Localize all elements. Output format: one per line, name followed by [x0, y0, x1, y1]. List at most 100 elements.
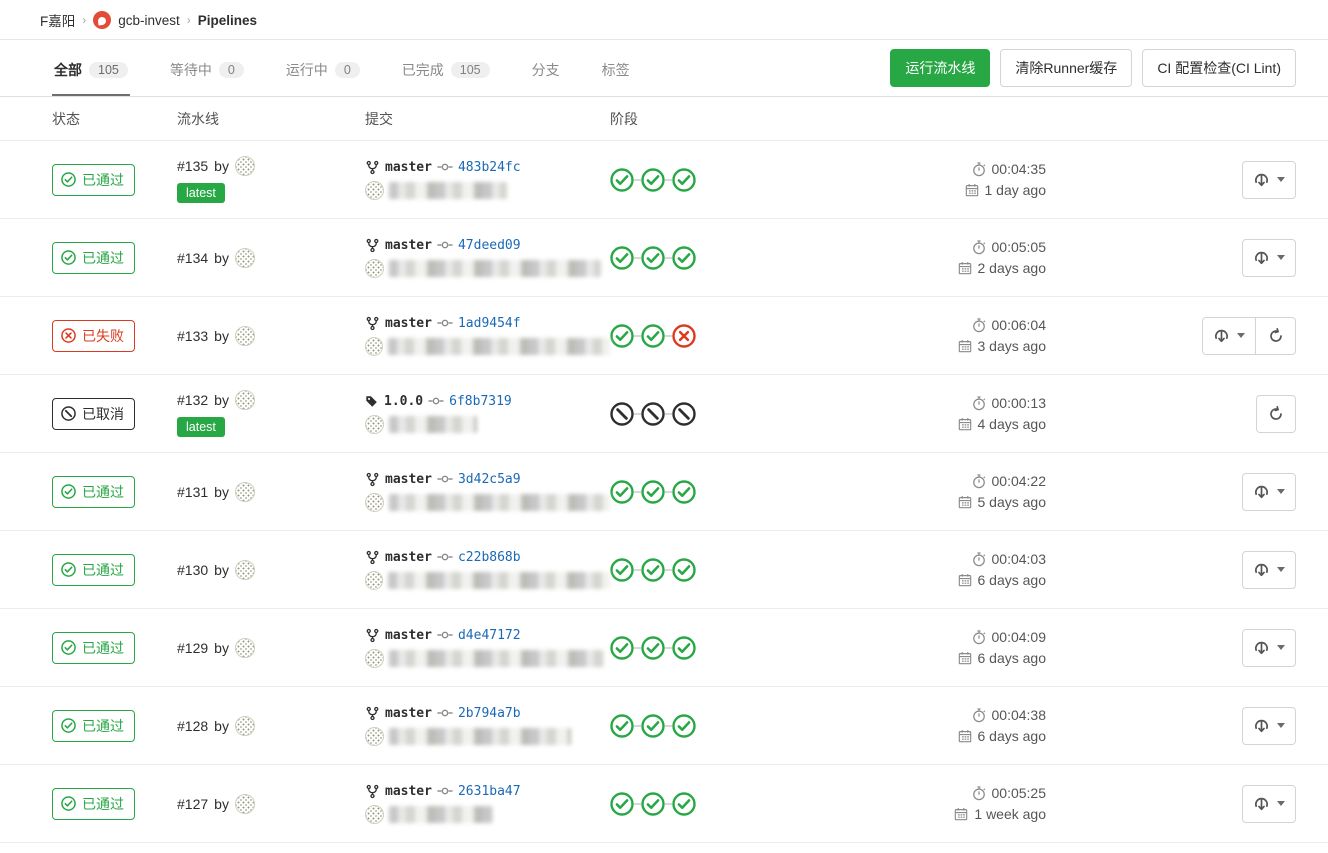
- retry-pipeline-button[interactable]: [1256, 317, 1296, 355]
- user-avatar[interactable]: [235, 390, 255, 410]
- tab-pending[interactable]: 等待中 0: [168, 40, 246, 96]
- download-artifacts-button[interactable]: [1242, 785, 1296, 823]
- stage-passed-icon[interactable]: [672, 246, 696, 270]
- stage-passed-icon[interactable]: [672, 168, 696, 192]
- tab-label: 标签: [602, 60, 630, 80]
- stage-passed-icon[interactable]: [610, 324, 634, 348]
- commit-author-avatar[interactable]: [365, 415, 384, 434]
- commit-sha-link[interactable]: 2631ba47: [458, 784, 521, 799]
- stage-passed-icon[interactable]: [610, 480, 634, 504]
- commit-author-avatar[interactable]: [365, 493, 384, 512]
- pipeline-status-badge[interactable]: 已失败: [52, 320, 135, 352]
- commit-author-avatar[interactable]: [365, 259, 384, 278]
- ref-name-link[interactable]: master: [385, 628, 432, 643]
- pipeline-status-badge[interactable]: 已通过: [52, 788, 135, 820]
- user-avatar[interactable]: [235, 326, 255, 346]
- tab-running[interactable]: 运行中 0: [284, 40, 362, 96]
- stage-passed-icon[interactable]: [610, 636, 634, 660]
- tab-tags[interactable]: 标签: [600, 40, 632, 96]
- ci-lint-button[interactable]: CI 配置检查(CI Lint): [1142, 49, 1296, 87]
- download-artifacts-button[interactable]: [1242, 473, 1296, 511]
- stage-passed-icon[interactable]: [641, 168, 665, 192]
- user-avatar[interactable]: [235, 156, 255, 176]
- commit-sha-link[interactable]: 2b794a7b: [458, 706, 521, 721]
- download-artifacts-button[interactable]: [1242, 239, 1296, 277]
- commit-sha-link[interactable]: 47deed09: [458, 238, 521, 253]
- commit-sha-link[interactable]: 1ad9454f: [458, 316, 521, 331]
- ref-name-link[interactable]: master: [385, 706, 432, 721]
- ref-name-link[interactable]: master: [385, 316, 432, 331]
- stage-passed-icon[interactable]: [672, 480, 696, 504]
- user-avatar[interactable]: [235, 716, 255, 736]
- commit-author-avatar[interactable]: [365, 805, 384, 824]
- ref-name-link[interactable]: master: [385, 160, 432, 175]
- retry-pipeline-button[interactable]: [1256, 395, 1296, 433]
- tab-branches[interactable]: 分支: [530, 40, 562, 96]
- pipeline-status-badge[interactable]: 已通过: [52, 242, 135, 274]
- user-avatar[interactable]: [235, 638, 255, 658]
- stage-passed-icon[interactable]: [610, 246, 634, 270]
- download-artifacts-button[interactable]: [1202, 317, 1256, 355]
- pipeline-cell: #129 by: [177, 638, 365, 658]
- pipeline-status-badge[interactable]: 已通过: [52, 164, 135, 196]
- download-artifacts-button[interactable]: [1242, 707, 1296, 745]
- stage-passed-icon[interactable]: [672, 792, 696, 816]
- user-avatar[interactable]: [235, 794, 255, 814]
- stage-canceled-icon[interactable]: [610, 402, 634, 426]
- user-avatar[interactable]: [235, 560, 255, 580]
- stage-passed-icon[interactable]: [641, 246, 665, 270]
- pipeline-status-badge[interactable]: 已通过: [52, 554, 135, 586]
- pipeline-by-label: by: [214, 796, 229, 812]
- pipeline-status-badge[interactable]: 已取消: [52, 398, 135, 430]
- pipeline-status-badge[interactable]: 已通过: [52, 632, 135, 664]
- stage-passed-icon[interactable]: [672, 558, 696, 582]
- stage-passed-icon[interactable]: [641, 714, 665, 738]
- pipeline-status-badge[interactable]: 已通过: [52, 710, 135, 742]
- tab-finished[interactable]: 已完成 105: [400, 40, 492, 96]
- stage-passed-icon[interactable]: [610, 792, 634, 816]
- stage-failed-icon[interactable]: [672, 324, 696, 348]
- commit-sha-link[interactable]: 483b24fc: [458, 160, 521, 175]
- stage-passed-icon[interactable]: [672, 636, 696, 660]
- commit-sha-link[interactable]: 6f8b7319: [449, 394, 512, 409]
- breadcrumb-project[interactable]: gcb-invest: [118, 13, 180, 28]
- stage-passed-icon[interactable]: [610, 168, 634, 192]
- status-passed-icon: [61, 484, 76, 499]
- commit-author-avatar[interactable]: [365, 727, 384, 746]
- stage-passed-icon[interactable]: [610, 558, 634, 582]
- pipeline-status-badge[interactable]: 已通过: [52, 476, 135, 508]
- stage-passed-icon[interactable]: [641, 792, 665, 816]
- branch-icon: [365, 472, 380, 487]
- user-avatar[interactable]: [235, 248, 255, 268]
- user-avatar[interactable]: [235, 482, 255, 502]
- commit-author-avatar[interactable]: [365, 337, 383, 356]
- commit-sha-link[interactable]: c22b868b: [458, 550, 521, 565]
- clear-runner-cache-button[interactable]: 清除Runner缓存: [1000, 49, 1132, 87]
- stage-canceled-icon[interactable]: [641, 402, 665, 426]
- ref-name-link[interactable]: master: [385, 784, 432, 799]
- stage-passed-icon[interactable]: [641, 324, 665, 348]
- commit-author-avatar[interactable]: [365, 649, 384, 668]
- stage-canceled-icon[interactable]: [672, 402, 696, 426]
- ref-name-link[interactable]: master: [385, 550, 432, 565]
- breadcrumb-group[interactable]: F嘉阳: [40, 10, 75, 30]
- stages-cell: [610, 558, 765, 582]
- stage-passed-icon[interactable]: [641, 480, 665, 504]
- tab-all[interactable]: 全部 105: [52, 40, 130, 96]
- commit-sha-link[interactable]: d4e47172: [458, 628, 521, 643]
- commit-author-avatar[interactable]: [365, 181, 384, 200]
- status-passed-icon: [61, 172, 76, 187]
- download-artifacts-button[interactable]: [1242, 551, 1296, 589]
- download-artifacts-button[interactable]: [1242, 161, 1296, 199]
- stage-passed-icon[interactable]: [610, 714, 634, 738]
- ref-name-link[interactable]: master: [385, 238, 432, 253]
- stage-passed-icon[interactable]: [672, 714, 696, 738]
- commit-sha-link[interactable]: 3d42c5a9: [458, 472, 521, 487]
- ref-name-link[interactable]: master: [385, 472, 432, 487]
- stage-passed-icon[interactable]: [641, 636, 665, 660]
- ref-name-link[interactable]: 1.0.0: [384, 394, 423, 409]
- run-pipeline-button[interactable]: 运行流水线: [890, 49, 990, 87]
- download-artifacts-button[interactable]: [1242, 629, 1296, 667]
- stage-passed-icon[interactable]: [641, 558, 665, 582]
- commit-author-avatar[interactable]: [365, 571, 383, 590]
